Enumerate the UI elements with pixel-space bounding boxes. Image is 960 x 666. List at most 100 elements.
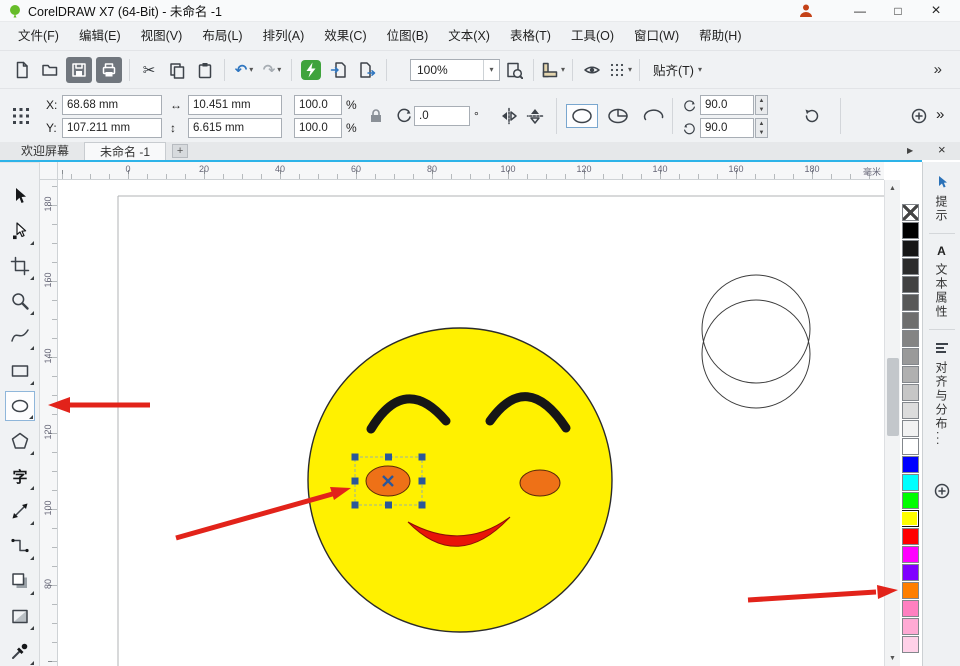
gray-10-swatch[interactable] (902, 384, 919, 401)
copy-button[interactable] (163, 56, 191, 84)
gray-5-swatch[interactable] (902, 402, 919, 419)
pick-tool-button[interactable] (5, 181, 35, 211)
light-pink-swatch[interactable] (902, 618, 919, 635)
pink-swatch[interactable] (902, 600, 919, 617)
grid-button[interactable]: ▾ (606, 56, 634, 84)
spinner-up-icon[interactable]: ▲ (756, 96, 767, 105)
paste-button[interactable] (191, 56, 219, 84)
arc-mode-button[interactable] (638, 104, 670, 128)
ruler-origin-box[interactable] (40, 162, 58, 180)
drawing-canvas[interactable] (58, 180, 884, 666)
palette-quick-customize-button[interactable] (934, 483, 950, 499)
import-button[interactable] (325, 56, 353, 84)
selection-handle[interactable] (419, 454, 426, 461)
maximize-button[interactable]: □ (882, 0, 914, 22)
close-document-button[interactable]: × (938, 142, 946, 157)
pie-mode-button[interactable] (602, 104, 634, 128)
outline-circle-top[interactable] (702, 275, 810, 383)
gray-40-swatch[interactable] (902, 330, 919, 347)
scroll-up-button[interactable]: ▲ (885, 180, 900, 196)
menu-item-help[interactable]: 帮助(H) (689, 22, 751, 50)
dropdown-caret[interactable]: ▾ (561, 65, 565, 74)
horizontal-ruler[interactable]: 0 20 40 60 80 100 120 140 160 180 毫米 (58, 162, 884, 180)
spinner-down-icon[interactable]: ▼ (756, 128, 767, 137)
dropdown-caret[interactable]: ▾ (277, 65, 281, 74)
view-toggle-button[interactable] (578, 56, 606, 84)
end-angle-spinner[interactable]: ▲▼ (755, 118, 768, 138)
change-direction-button[interactable] (800, 104, 824, 128)
gray-20-swatch[interactable] (902, 366, 919, 383)
show-rulers-button[interactable]: ▾ (539, 56, 567, 84)
selection-handle[interactable] (419, 502, 426, 509)
lock-ratio-button[interactable] (366, 106, 386, 126)
gray-80-swatch[interactable] (902, 258, 919, 275)
menu-item-effects[interactable]: 效果(C) (314, 22, 376, 50)
red-swatch[interactable] (902, 528, 919, 545)
dimension-tool-button[interactable] (5, 496, 35, 526)
start-angle-field[interactable]: 90.0 (700, 95, 754, 115)
selection-handle[interactable] (385, 454, 392, 461)
docker-tab-text-properties[interactable]: A 文本属性 (933, 236, 950, 327)
account-user-icon[interactable] (798, 3, 814, 19)
vertical-ruler[interactable]: 180 160 140 120 100 80 (40, 180, 58, 666)
rotation-angle-field[interactable]: .0 (414, 106, 470, 126)
gray-30-swatch[interactable] (902, 348, 919, 365)
selection-handle[interactable] (352, 478, 359, 485)
zoom-page-button[interactable] (500, 56, 528, 84)
scroll-down-button[interactable]: ▼ (885, 650, 900, 666)
gray-2-swatch[interactable] (902, 420, 919, 437)
pale-pink-swatch[interactable] (902, 636, 919, 653)
object-height-field[interactable]: 6.615 mm (188, 118, 282, 138)
quick-customize-button[interactable] (910, 107, 928, 125)
white-swatch[interactable] (902, 438, 919, 455)
gray-60-swatch[interactable] (902, 294, 919, 311)
selection-handle[interactable] (352, 502, 359, 509)
new-tab-button[interactable]: + (172, 144, 188, 158)
crop-tool-button[interactable] (5, 251, 35, 281)
menu-item-tools[interactable]: 工具(O) (561, 22, 624, 50)
menu-item-file[interactable]: 文件(F) (8, 22, 69, 50)
menu-item-text[interactable]: 文本(X) (438, 22, 500, 50)
ellipse-mode-button[interactable] (566, 104, 598, 128)
freehand-tool-button[interactable] (5, 321, 35, 351)
start-angle-spinner[interactable]: ▲▼ (755, 95, 768, 115)
print-button[interactable] (96, 57, 122, 83)
drop-shadow-tool-button[interactable] (5, 566, 35, 596)
toolbar-overflow-button[interactable]: » (934, 61, 952, 78)
new-document-button[interactable] (8, 56, 36, 84)
transparency-tool-button[interactable] (5, 601, 35, 631)
menu-item-window[interactable]: 窗口(W) (624, 22, 689, 50)
gray-50-swatch[interactable] (902, 312, 919, 329)
gray-70-swatch[interactable] (902, 276, 919, 293)
polygon-tool-button[interactable] (5, 426, 35, 456)
tab-welcome-screen[interactable]: 欢迎屏幕 (6, 142, 84, 160)
dropdown-caret[interactable]: ▾ (628, 65, 632, 74)
blue-swatch[interactable] (902, 456, 919, 473)
text-tool-button[interactable]: 字 (5, 461, 35, 491)
save-button[interactable] (66, 57, 92, 83)
launch-button[interactable] (297, 56, 325, 84)
dropdown-caret[interactable]: ▾ (249, 65, 253, 74)
menu-item-arrange[interactable]: 排列(A) (253, 22, 315, 50)
mirror-horizontal-button[interactable] (498, 105, 520, 127)
object-width-field[interactable]: 10.451 mm (188, 95, 282, 115)
spinner-down-icon[interactable]: ▼ (756, 105, 767, 114)
selection-handle[interactable] (352, 454, 359, 461)
menu-item-view[interactable]: 视图(V) (131, 22, 193, 50)
ellipse-tool-button[interactable] (5, 391, 35, 421)
scale-x-field[interactable]: 100.0 (294, 95, 342, 115)
y-position-field[interactable]: 107.211 mm (62, 118, 162, 138)
cut-button[interactable]: ✂ (135, 56, 163, 84)
x-position-field[interactable]: 68.68 mm (62, 95, 162, 115)
connector-tool-button[interactable] (5, 531, 35, 561)
rectangle-tool-button[interactable] (5, 356, 35, 386)
vertical-scrollbar[interactable]: ▲ ▼ (884, 180, 900, 666)
orange-swatch[interactable] (902, 582, 919, 599)
right-cheek-ellipse[interactable] (520, 470, 560, 496)
purple-swatch[interactable] (902, 564, 919, 581)
tab-scroll-button[interactable]: ▶ (907, 146, 913, 155)
shape-tool-button[interactable] (5, 216, 35, 246)
propbar-overflow-button[interactable]: » (936, 105, 944, 125)
menu-item-table[interactable]: 表格(T) (500, 22, 561, 50)
mirror-vertical-button[interactable] (524, 105, 546, 127)
